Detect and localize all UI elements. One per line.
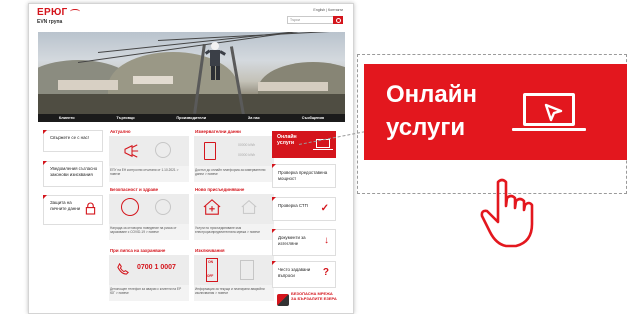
faq-link[interactable]: Често задавани въпроси ? [272,261,336,288]
power-switch-icon: ON OFF [206,258,218,282]
legal-notices-label: Уведомления съгласно законови изисквания [50,166,98,177]
card-art [194,194,274,224]
online-services-button-small[interactable]: Онлайн услуги [272,131,336,158]
card-art: 00000 kWh 00000 kWh [194,136,274,166]
lineman-figure [204,42,226,80]
card-bezopasnost[interactable]: Награда за отговорно поведение на риска … [109,194,189,240]
card-avaria[interactable]: 0700 1 0007 Денонощен телефон за аварии … [109,255,189,301]
section-title-izklyuchvania[interactable]: Изключвания [195,248,225,253]
website-preview: ЕРЮГ EVN група English | Контакти Търси [28,3,354,314]
online-services-small-label: Онлайн услуги [277,134,297,146]
cursor-arrow-icon [544,103,563,122]
contact-us-link[interactable]: Свържете се с нас! [43,130,103,152]
card-izklyuchvania-text: Информация за текущи и планирани аварийн… [195,287,265,295]
hand-pointer-icon [480,178,534,248]
nav-item-about[interactable]: За нас [248,116,260,120]
emergency-phone-number[interactable]: 0700 1 0007 [137,264,176,271]
card-bezopasnost-text: Награда за отговорно поведение на риска … [110,226,177,234]
phone-icon [117,263,129,275]
section-title-izmervane[interactable]: Измервателни данни [195,129,241,134]
nav-item-clients[interactable]: Клиенти [59,116,75,120]
top-links[interactable]: English | Контакти [313,8,343,12]
section-title-avaria[interactable]: При липса на захранване [110,248,165,253]
hero-image [38,32,345,114]
card-art: ON OFF [194,255,274,285]
check-circle-icon: ✓ [320,203,329,214]
decorative-grey-icon [155,199,171,215]
card-art [109,136,189,166]
megaphone-icon [124,144,139,158]
card-aktualno[interactable]: ЕПУ на ЕН контролни отчитани от 1.10.202… [109,136,189,182]
privacy-link[interactable]: Защита на личните данни [43,195,103,225]
privacy-label: Защита на личните данни [50,200,81,211]
contact-us-label: Свържете се с нас! [50,135,89,140]
screenshot: ЕРЮГ EVN група English | Контакти Търси [0,0,641,314]
meter-icon [204,142,216,160]
search-button[interactable] [333,16,343,24]
decorative-grey-icon [240,260,254,280]
check-capacity-link[interactable]: Проверка предоставена мощност [272,164,336,188]
card-art: 0700 1 0007 [109,255,189,285]
logo-subtitle: EVN група [37,19,63,25]
house-plus-icon [203,199,221,215]
card-izmervane-text: Достъп до онлайн платформа за измервател… [195,168,266,176]
decorative-grey-icon [155,142,171,158]
laptop-cursor-icon [523,93,575,126]
documents-download-label: Документи за изтегляне [278,235,306,246]
download-arrow-icon: ↓ [324,235,329,246]
laptop-base [512,128,586,131]
switch-off-label: OFF [207,274,214,278]
nav-item-producers[interactable]: Производители [176,116,206,120]
nav-item-traders[interactable]: Търговци [116,116,134,120]
section-title-bezopasnost[interactable]: Безопасност и здраве [110,187,158,192]
meter-readout-1: 00000 kWh [238,143,256,147]
nav-item-news[interactable]: Съобщения [302,116,324,120]
card-avaria-text: Денонощен телефон за аварии с клиенти на… [110,287,182,295]
section-title-prisaedinyavane[interactable]: Ново присъединяване [195,187,244,192]
safe-network-banner[interactable]: БЕЗОПАСНА МРЕЖА ЗА БЪРЗАЛИТЕ ЕЗЕРА [277,291,341,310]
card-prisaedinyavane[interactable]: Услуги по присъединяване към електроразп… [194,194,274,240]
faq-label: Често задавани въпроси [278,267,311,278]
check-stp-link[interactable]: Проверка СТП ✓ [272,197,336,221]
site-header: ЕРЮГ EVN група English | Контакти Търси [29,4,353,32]
question-mark-icon: ? [322,267,329,278]
card-art [109,194,189,224]
meter-readout-2: 00000 kWh [238,153,256,157]
main-nav: Клиенти Търговци Производители За нас Съ… [38,114,345,122]
legal-notices-link[interactable]: Уведомления съгласно законови изисквания [43,161,103,187]
safe-network-label: БЕЗОПАСНА МРЕЖА ЗА БЪРЗАЛИТЕ ЕЗЕРА [291,291,337,301]
documents-download-link[interactable]: Документи за изтегляне ↓ [272,229,336,256]
online-services-large-label: Онлайн услуги [386,81,478,141]
logo[interactable]: ЕРЮГ [37,7,68,18]
check-capacity-label: Проверка предоставена мощност [278,170,328,181]
house-outline-icon [241,199,257,214]
logo-swirl-icon [70,9,80,14]
road-sign-icon [277,294,289,306]
card-izklyuchvania[interactable]: ON OFF Информация за текущи и планирани … [194,255,274,301]
card-aktualno-text: ЕПУ на ЕН контролни отчитани от 1.10.202… [110,168,179,176]
online-services-button-large[interactable]: Онлайн услуги [364,64,627,160]
switch-on-label: ON [208,260,214,264]
award-medal-icon [121,198,139,216]
check-stp-label: Проверка СТП [278,203,308,208]
padlock-icon [85,202,96,215]
card-prisaedinyavane-text: Услуги по присъединяване към електроразп… [195,226,261,234]
card-izmervane[interactable]: 00000 kWh 00000 kWh Достъп до онлайн пла… [194,136,274,182]
section-title-aktualno[interactable]: Актуално [110,129,131,134]
